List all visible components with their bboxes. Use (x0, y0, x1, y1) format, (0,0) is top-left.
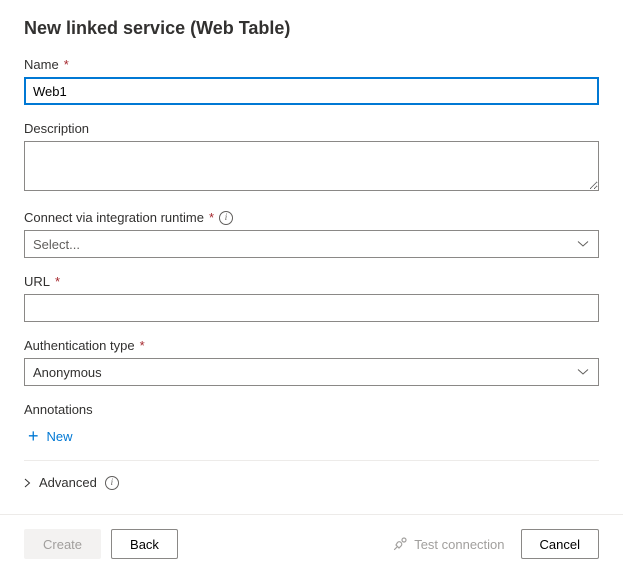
connection-icon (392, 536, 408, 552)
url-label: URL (24, 274, 50, 289)
advanced-label: Advanced (39, 475, 97, 490)
footer: Create Back Test connection Cancel (0, 514, 623, 573)
auth-label: Authentication type (24, 338, 135, 353)
back-button[interactable]: Back (111, 529, 178, 559)
required-asterisk: * (209, 210, 214, 225)
description-input[interactable] (24, 141, 599, 191)
runtime-field: Connect via integration runtime * i Sele… (24, 210, 599, 258)
runtime-select[interactable]: Select... (24, 230, 599, 258)
description-field: Description (24, 121, 599, 194)
new-annotation-label: New (47, 429, 73, 444)
url-field: URL * (24, 274, 599, 322)
required-asterisk: * (64, 57, 69, 72)
description-label: Description (24, 121, 89, 136)
runtime-label: Connect via integration runtime (24, 210, 204, 225)
chevron-right-icon (24, 478, 31, 488)
auth-field: Authentication type * Anonymous (24, 338, 599, 386)
required-asterisk: * (55, 274, 60, 289)
page-title: New linked service (Web Table) (24, 18, 599, 39)
test-connection-button: Test connection (386, 536, 510, 552)
info-icon[interactable]: i (219, 211, 233, 225)
annotations-field: Annotations + New (24, 402, 599, 450)
auth-select[interactable]: Anonymous (24, 358, 599, 386)
divider (24, 460, 599, 461)
required-asterisk: * (140, 338, 145, 353)
annotations-label: Annotations (24, 402, 93, 417)
url-input[interactable] (24, 294, 599, 322)
name-input[interactable] (24, 77, 599, 105)
name-label: Name (24, 57, 59, 72)
new-annotation-button[interactable]: + New (24, 422, 81, 450)
cancel-button[interactable]: Cancel (521, 529, 599, 559)
info-icon[interactable]: i (105, 476, 119, 490)
create-button: Create (24, 529, 101, 559)
name-field: Name * (24, 57, 599, 105)
plus-icon: + (28, 427, 39, 445)
advanced-toggle[interactable]: Advanced i (24, 473, 119, 492)
test-connection-label: Test connection (414, 537, 504, 552)
